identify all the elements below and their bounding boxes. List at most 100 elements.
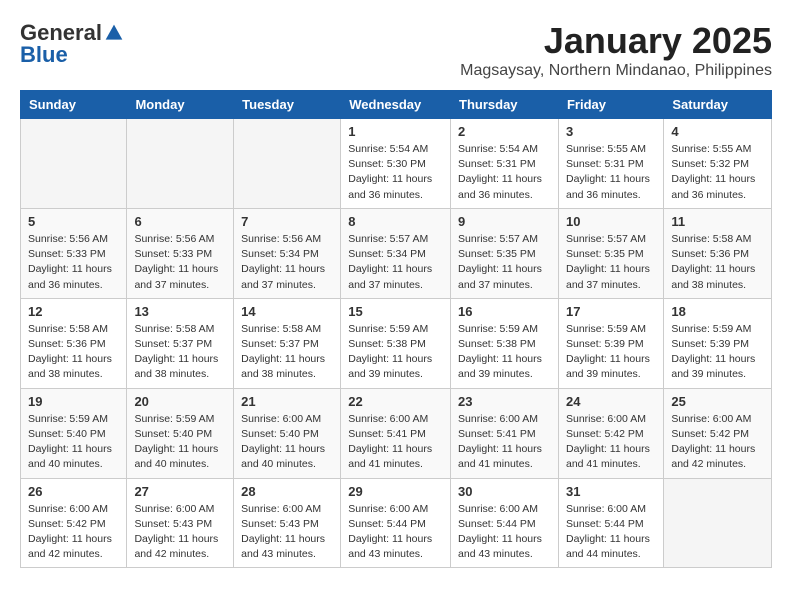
day-number: 27 (134, 484, 226, 499)
calendar-cell: 19 Sunrise: 5:59 AM Sunset: 5:40 PM Dayli… (21, 388, 127, 478)
calendar-cell (664, 478, 772, 568)
day-number: 31 (566, 484, 656, 499)
day-number: 6 (134, 214, 226, 229)
calendar-cell (127, 119, 234, 209)
day-info: Sunrise: 6:00 AM Sunset: 5:42 PM Dayligh… (671, 412, 764, 473)
day-number: 7 (241, 214, 333, 229)
day-number: 10 (566, 214, 656, 229)
day-info: Sunrise: 6:00 AM Sunset: 5:41 PM Dayligh… (458, 412, 551, 473)
day-info: Sunrise: 6:00 AM Sunset: 5:42 PM Dayligh… (28, 502, 119, 563)
day-info: Sunrise: 5:58 AM Sunset: 5:37 PM Dayligh… (241, 322, 333, 383)
day-info: Sunrise: 5:59 AM Sunset: 5:38 PM Dayligh… (348, 322, 443, 383)
page-header: General Blue January 2025 Magsaysay, Nor… (20, 20, 772, 80)
day-number: 23 (458, 394, 551, 409)
calendar-week-row: 26 Sunrise: 6:00 AM Sunset: 5:42 PM Dayli… (21, 478, 772, 568)
day-number: 14 (241, 304, 333, 319)
calendar-cell: 3 Sunrise: 5:55 AM Sunset: 5:31 PM Daylig… (558, 119, 663, 209)
calendar-cell: 1 Sunrise: 5:54 AM Sunset: 5:30 PM Daylig… (341, 119, 451, 209)
calendar-cell: 12Sunrise: 5:58 AM Sunset: 5:36 PM Dayli… (21, 298, 127, 388)
day-number: 2 (458, 124, 551, 139)
calendar-cell: 7 Sunrise: 5:56 AM Sunset: 5:34 PM Daylig… (234, 208, 341, 298)
day-info: Sunrise: 5:55 AM Sunset: 5:32 PM Dayligh… (671, 142, 764, 203)
day-info: Sunrise: 6:00 AM Sunset: 5:41 PM Dayligh… (348, 412, 443, 473)
day-info: Sunrise: 5:54 AM Sunset: 5:30 PM Dayligh… (348, 142, 443, 203)
day-number: 3 (566, 124, 656, 139)
weekday-header-saturday: Saturday (664, 91, 772, 119)
day-info: Sunrise: 6:00 AM Sunset: 5:43 PM Dayligh… (241, 502, 333, 563)
calendar-cell: 28 Sunrise: 6:00 AM Sunset: 5:43 PM Dayli… (234, 478, 341, 568)
calendar-week-row: 1 Sunrise: 5:54 AM Sunset: 5:30 PM Daylig… (21, 119, 772, 209)
weekday-header-friday: Friday (558, 91, 663, 119)
day-number: 17 (566, 304, 656, 319)
calendar-cell: 23 Sunrise: 6:00 AM Sunset: 5:41 PM Dayli… (451, 388, 559, 478)
calendar-cell: 9 Sunrise: 5:57 AM Sunset: 5:35 PM Daylig… (451, 208, 559, 298)
day-number: 4 (671, 124, 764, 139)
day-number: 29 (348, 484, 443, 499)
calendar-cell: 5 Sunrise: 5:56 AM Sunset: 5:33 PM Daylig… (21, 208, 127, 298)
location-subtitle: Magsaysay, Northern Mindanao, Philippine… (460, 62, 772, 80)
weekday-header-thursday: Thursday (451, 91, 559, 119)
calendar-cell: 31 Sunrise: 6:00 AM Sunset: 5:44 PM Dayli… (558, 478, 663, 568)
day-number: 5 (28, 214, 119, 229)
day-info: Sunrise: 5:57 AM Sunset: 5:35 PM Dayligh… (566, 232, 656, 293)
calendar-week-row: 5 Sunrise: 5:56 AM Sunset: 5:33 PM Daylig… (21, 208, 772, 298)
calendar-cell: 24 Sunrise: 6:00 AM Sunset: 5:42 PM Dayli… (558, 388, 663, 478)
day-number: 1 (348, 124, 443, 139)
day-info: Sunrise: 6:00 AM Sunset: 5:44 PM Dayligh… (566, 502, 656, 563)
calendar-cell: 21Sunrise: 6:00 AM Sunset: 5:40 PM Dayli… (234, 388, 341, 478)
day-info: Sunrise: 5:56 AM Sunset: 5:33 PM Dayligh… (134, 232, 226, 293)
weekday-header-monday: Monday (127, 91, 234, 119)
day-number: 9 (458, 214, 551, 229)
day-info: Sunrise: 5:56 AM Sunset: 5:34 PM Dayligh… (241, 232, 333, 293)
day-number: 30 (458, 484, 551, 499)
calendar-cell (234, 119, 341, 209)
day-info: Sunrise: 5:59 AM Sunset: 5:38 PM Dayligh… (458, 322, 551, 383)
day-info: Sunrise: 6:00 AM Sunset: 5:43 PM Dayligh… (134, 502, 226, 563)
day-info: Sunrise: 5:54 AM Sunset: 5:31 PM Dayligh… (458, 142, 551, 203)
day-info: Sunrise: 5:56 AM Sunset: 5:33 PM Dayligh… (28, 232, 119, 293)
day-info: Sunrise: 6:00 AM Sunset: 5:44 PM Dayligh… (348, 502, 443, 563)
calendar-cell: 29 Sunrise: 6:00 AM Sunset: 5:44 PM Dayli… (341, 478, 451, 568)
title-block: January 2025 Magsaysay, Northern Mindana… (460, 20, 772, 80)
calendar-table: SundayMondayTuesdayWednesdayThursdayFrid… (20, 90, 772, 568)
day-number: 26 (28, 484, 119, 499)
weekday-header-tuesday: Tuesday (234, 91, 341, 119)
day-info: Sunrise: 6:00 AM Sunset: 5:42 PM Dayligh… (566, 412, 656, 473)
day-info: Sunrise: 6:00 AM Sunset: 5:44 PM Dayligh… (458, 502, 551, 563)
day-number: 13 (134, 304, 226, 319)
day-info: Sunrise: 5:58 AM Sunset: 5:36 PM Dayligh… (671, 232, 764, 293)
day-info: Sunrise: 5:57 AM Sunset: 5:34 PM Dayligh… (348, 232, 443, 293)
calendar-cell: 14 Sunrise: 5:58 AM Sunset: 5:37 PM Dayli… (234, 298, 341, 388)
day-number: 16 (458, 304, 551, 319)
calendar-cell: 27 Sunrise: 6:00 AM Sunset: 5:43 PM Dayli… (127, 478, 234, 568)
day-info: Sunrise: 5:57 AM Sunset: 5:35 PM Dayligh… (458, 232, 551, 293)
calendar-cell: 30 Sunrise: 6:00 AM Sunset: 5:44 PM Dayli… (451, 478, 559, 568)
day-info: Sunrise: 5:55 AM Sunset: 5:31 PM Dayligh… (566, 142, 656, 203)
calendar-cell: 13 Sunrise: 5:58 AM Sunset: 5:37 PM Dayli… (127, 298, 234, 388)
day-info: Sunrise: 5:58 AM Sunset: 5:36 PM Dayligh… (28, 322, 119, 383)
calendar-cell: 17 Sunrise: 5:59 AM Sunset: 5:39 PM Dayli… (558, 298, 663, 388)
calendar-cell: 16 Sunrise: 5:59 AM Sunset: 5:38 PM Dayli… (451, 298, 559, 388)
day-info: Sunrise: 5:58 AM Sunset: 5:37 PM Dayligh… (134, 322, 226, 383)
calendar-week-row: 12Sunrise: 5:58 AM Sunset: 5:36 PM Dayli… (21, 298, 772, 388)
day-info: Sunrise: 5:59 AM Sunset: 5:40 PM Dayligh… (28, 412, 119, 473)
calendar-cell: 11 Sunrise: 5:58 AM Sunset: 5:36 PM Dayli… (664, 208, 772, 298)
day-number: 8 (348, 214, 443, 229)
calendar-cell (21, 119, 127, 209)
calendar-cell: 15 Sunrise: 5:59 AM Sunset: 5:38 PM Dayli… (341, 298, 451, 388)
day-number: 25 (671, 394, 764, 409)
day-number: 19 (28, 394, 119, 409)
day-info: Sunrise: 5:59 AM Sunset: 5:39 PM Dayligh… (566, 322, 656, 383)
calendar-cell: 10 Sunrise: 5:57 AM Sunset: 5:35 PM Dayli… (558, 208, 663, 298)
calendar-cell: 25 Sunrise: 6:00 AM Sunset: 5:42 PM Dayli… (664, 388, 772, 478)
calendar-cell: 8 Sunrise: 5:57 AM Sunset: 5:34 PM Daylig… (341, 208, 451, 298)
day-number: 28 (241, 484, 333, 499)
day-number: 20 (134, 394, 226, 409)
calendar-cell: 18Sunrise: 5:59 AM Sunset: 5:39 PM Dayli… (664, 298, 772, 388)
day-number: 24 (566, 394, 656, 409)
weekday-header-sunday: Sunday (21, 91, 127, 119)
calendar-cell: 20Sunrise: 5:59 AM Sunset: 5:40 PM Dayli… (127, 388, 234, 478)
day-number: 11 (671, 214, 764, 229)
day-number: 15 (348, 304, 443, 319)
calendar-cell: 22Sunrise: 6:00 AM Sunset: 5:41 PM Dayli… (341, 388, 451, 478)
